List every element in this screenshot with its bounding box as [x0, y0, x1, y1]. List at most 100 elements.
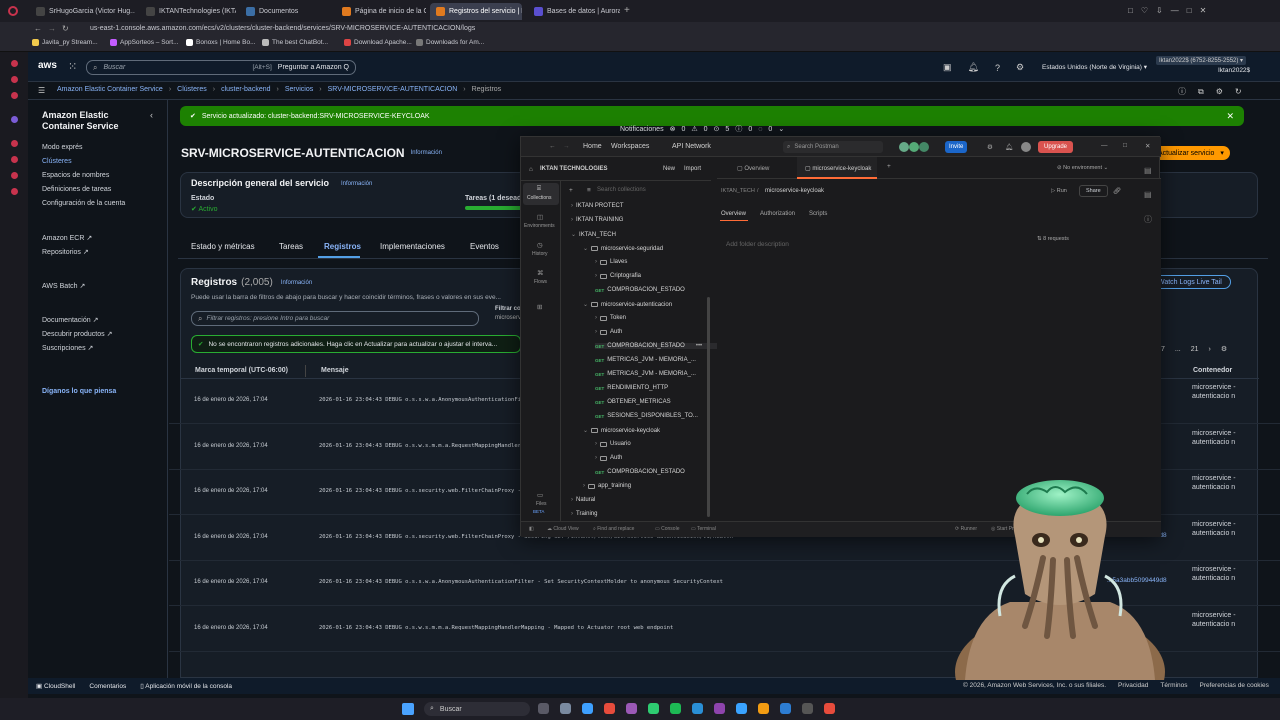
request-item[interactable]: GET RENDIMIENTO_HTTP: [595, 385, 668, 391]
close-icon[interactable]: ✕: [1145, 142, 1150, 150]
invite-button[interactable]: Invite: [945, 141, 968, 153]
taskbar-app-icon[interactable]: [538, 703, 549, 714]
environments-icon[interactable]: ◫: [537, 213, 543, 221]
taskbar-app-icon[interactable]: [824, 703, 835, 714]
filter-value[interactable]: microserv: [495, 315, 521, 321]
filter-icon[interactable]: ≡: [587, 187, 591, 194]
maximize-icon[interactable]: □: [1187, 6, 1192, 15]
rail-app-icon[interactable]: [11, 116, 18, 123]
subtab-authorization[interactable]: Authorization: [760, 211, 795, 217]
refresh-icon[interactable]: ↻: [1235, 87, 1242, 96]
minimize-icon[interactable]: —: [1101, 142, 1108, 149]
col-message[interactable]: Mensaje: [321, 367, 349, 374]
breadcrumb-item[interactable]: Servicios: [285, 86, 313, 93]
sidebar-item[interactable]: Documentación ↗: [42, 316, 98, 324]
console[interactable]: ▭ Console: [655, 526, 679, 532]
collection-item[interactable]: ⌄ IKTAN_TECH: [571, 231, 616, 239]
cloud-view[interactable]: ☁ Cloud View: [547, 526, 579, 532]
download-icon[interactable]: ⇩: [1156, 6, 1163, 15]
back-icon[interactable]: ←: [549, 143, 556, 150]
user-avatar[interactable]: [1021, 142, 1031, 152]
tab-4[interactable]: Eventos: [470, 242, 499, 251]
breadcrumb-item[interactable]: Clústeres: [177, 86, 207, 93]
new-tab-icon[interactable]: +: [624, 5, 630, 16]
overview-info-link[interactable]: Información: [341, 181, 372, 187]
avatar[interactable]: [909, 142, 919, 152]
request-item[interactable]: GET COMPROBACION_ESTADO: [595, 287, 685, 293]
environment-selector[interactable]: ⊘ No environment ⌄: [1057, 165, 1108, 171]
rail-app-icon[interactable]: [11, 156, 18, 163]
folder-item[interactable]: › Auth: [595, 329, 622, 335]
chevron-right-icon[interactable]: ›: [595, 441, 597, 447]
preferences-icon[interactable]: ⚙: [1221, 345, 1227, 353]
import-button[interactable]: Import: [684, 166, 701, 172]
chevron-down-icon[interactable]: ⌄: [583, 301, 588, 308]
aws-search-input[interactable]: ⌕ Buscar [Alt+S] Preguntar a Amazon Q: [86, 60, 356, 75]
collection-item[interactable]: › Natural: [571, 497, 595, 503]
chevron-down-icon[interactable]: ⌄: [583, 427, 588, 434]
close-window-icon[interactable]: ✕: [1200, 6, 1207, 15]
request-item[interactable]: GET METRICAS_JVM - MEMORIA_...: [595, 357, 696, 363]
tab-3[interactable]: Implementaciones: [380, 242, 445, 251]
back-icon[interactable]: ←: [34, 24, 42, 33]
sidebar-item[interactable]: Amazon ECR ↗: [42, 234, 92, 242]
add-rail-icon[interactable]: ⊞: [537, 303, 542, 311]
info-icon[interactable]: ⓘ: [1178, 86, 1186, 97]
log-message[interactable]: 2026-01-16 23:04:43 DEBUG o.s.w.s.m.m.a.…: [319, 443, 531, 449]
filter-logs-input[interactable]: ⌕ Filtrar registros: presione Intro para…: [191, 311, 479, 326]
browser-tab[interactable]: SrHugoGarcia (Victor Hug...: [30, 3, 135, 20]
side-panel-icon[interactable]: ▤: [1144, 166, 1152, 175]
request-item[interactable]: GET OBTENER_METRICAS: [595, 399, 671, 405]
upgrade-button[interactable]: Upgrade: [1038, 141, 1074, 153]
request-item[interactable]: GET COMPROBACION_ESTADO: [595, 469, 685, 475]
more-icon[interactable]: •••: [696, 343, 702, 349]
terms-link[interactable]: Términos: [1160, 682, 1187, 689]
taskbar-app-icon[interactable]: [670, 703, 681, 714]
request-item[interactable]: GET SESIONES_DISPONIBLES_TO...: [595, 413, 698, 419]
privacy-link[interactable]: Privacidad: [1118, 682, 1148, 689]
run-button[interactable]: ▷ Run: [1051, 188, 1067, 194]
chevron-right-icon[interactable]: ›: [571, 217, 573, 223]
collections-tab[interactable]: Collections: [527, 195, 551, 201]
sidebar-item[interactable]: Definiciones de tareas: [42, 186, 111, 193]
bookmark-item[interactable]: The best ChatBot...: [262, 39, 328, 46]
tab-0[interactable]: Estado y métricas: [191, 242, 255, 251]
link-icon[interactable]: 🔗︎: [1113, 187, 1121, 195]
folder-item[interactable]: ⌄ microservice-keycloak: [583, 427, 660, 435]
account-id[interactable]: Iktan2022$ (6752-8255-2552) ▾: [1156, 56, 1247, 65]
log-message[interactable]: 2026-01-16 23:04:43 DEBUG o.s.w.s.m.m.a.…: [319, 625, 673, 631]
mobile-app-link[interactable]: ▯ Aplicación móvil de la consola: [140, 682, 232, 690]
chevron-right-icon[interactable]: ›: [595, 329, 597, 335]
share-button[interactable]: Share: [1079, 185, 1108, 197]
chevron-right-icon[interactable]: ›: [595, 273, 597, 279]
tree-scrollbar[interactable]: [707, 297, 710, 517]
bookmark-item[interactable]: Bonoxs | Home Bo...: [186, 39, 256, 46]
subtab-scripts[interactable]: Scripts: [809, 211, 827, 217]
update-service-button[interactable]: Actualizar servicio ▾: [1152, 146, 1230, 160]
notifications-bar[interactable]: Notificaciones ⊗ 0 ⚠ 0 ⊙ 5 ⓘ 0 ◌ 0 ⌄: [620, 124, 784, 134]
collection-item[interactable]: › IKTAN PROTECT: [571, 203, 624, 209]
cookie-prefs-link[interactable]: Preferencias de cookies: [1200, 682, 1269, 689]
sidebar-item[interactable]: Configuración de la cuenta: [42, 200, 125, 207]
menu-icon[interactable]: ☰: [38, 86, 45, 95]
bell-icon[interactable]: 🔔︎: [1005, 143, 1013, 151]
search-collections-input[interactable]: Search collections: [597, 187, 646, 193]
collection-item[interactable]: › IKTAN TRAINING: [571, 217, 623, 223]
chevron-down-icon[interactable]: ⌄: [778, 125, 784, 133]
ask-amazon-q-button[interactable]: Preguntar a Amazon Q: [278, 64, 349, 71]
cloudshell-icon[interactable]: ▣: [943, 62, 952, 73]
forward-icon[interactable]: →: [563, 143, 570, 150]
workspace-name[interactable]: IKTAN TECHNOLOGIES: [540, 166, 608, 172]
aws-logo[interactable]: aws: [38, 60, 57, 71]
avatar[interactable]: [919, 142, 929, 152]
info-link[interactable]: Información: [411, 150, 442, 156]
flows-icon[interactable]: ⌘: [537, 269, 544, 277]
taskbar-app-icon[interactable]: [758, 703, 769, 714]
taskbar-app-icon[interactable]: [714, 703, 725, 714]
services-grid-icon[interactable]: ⁙: [68, 60, 77, 73]
postman-search-input[interactable]: ⌕ Search Postman: [783, 141, 883, 153]
files-icon[interactable]: ▭: [537, 491, 543, 499]
collapse-sidebar-icon[interactable]: ‹: [150, 110, 153, 120]
folder-item[interactable]: › Auth: [595, 455, 622, 461]
bookmark-item[interactable]: Download Apache...: [344, 39, 412, 46]
